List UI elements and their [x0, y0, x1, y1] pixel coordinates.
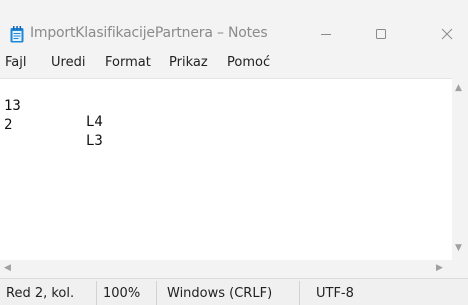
- line-value: 2: [4, 117, 13, 133]
- menu-format[interactable]: Format: [105, 55, 151, 70]
- maximize-button[interactable]: [366, 22, 396, 46]
- menu-file[interactable]: Fajl: [5, 55, 26, 70]
- status-zoom: 100%: [103, 286, 141, 301]
- vertical-scrollbar[interactable]: ▲ ▼: [452, 78, 468, 260]
- text-editor[interactable]: 13 L4 2 L3: [0, 78, 452, 261]
- editor-line: 2 L3: [4, 101, 103, 149]
- scroll-right-icon[interactable]: ▶: [436, 264, 443, 273]
- status-divider: [156, 281, 157, 305]
- minimize-icon: [321, 34, 331, 35]
- status-divider: [96, 281, 97, 305]
- editor-line: 13 L4: [4, 82, 103, 130]
- status-divider: [299, 281, 300, 305]
- scroll-up-icon[interactable]: ▲: [455, 84, 462, 93]
- line-code: L4: [86, 114, 103, 130]
- horizontal-scrollbar[interactable]: ◀ ▶: [0, 260, 452, 278]
- line-code: L3: [86, 133, 103, 149]
- scroll-left-icon[interactable]: ◀: [4, 264, 11, 273]
- scrollbar-corner: [452, 260, 468, 278]
- close-icon: [441, 28, 453, 40]
- menu-view[interactable]: Prikaz: [169, 55, 208, 70]
- status-bar: Red 2, kol. 100% Windows (CRLF) UTF-8: [0, 278, 468, 305]
- maximize-icon: [376, 29, 386, 39]
- status-encoding: UTF-8: [316, 286, 354, 301]
- window-title: ImportKlasifikacijePartnera – Notes: [30, 25, 268, 41]
- menu-bar: Fajl Uredi Format Prikaz Pomoć: [0, 50, 468, 78]
- title-bar[interactable]: ImportKlasifikacijePartnera – Notes: [0, 0, 468, 50]
- minimize-button[interactable]: [311, 22, 341, 46]
- status-cursor-position: Red 2, kol.: [6, 286, 75, 301]
- notepad-icon: [10, 26, 24, 43]
- menu-help[interactable]: Pomoć: [227, 55, 270, 70]
- scroll-down-icon[interactable]: ▼: [455, 244, 462, 253]
- menu-edit[interactable]: Uredi: [51, 55, 85, 70]
- status-line-ending: Windows (CRLF): [167, 286, 273, 301]
- close-button[interactable]: [432, 22, 462, 46]
